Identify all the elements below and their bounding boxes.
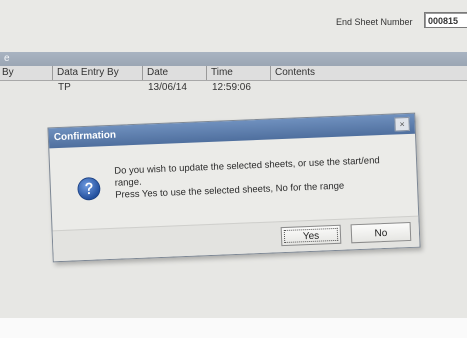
grid-title-strip: e [0, 52, 467, 66]
question-icon [77, 177, 101, 201]
end-sheet-number-label: End Sheet Number [336, 17, 413, 27]
cell-time: 12:59:06 [212, 82, 251, 93]
end-sheet-number-input[interactable]: 000815 [424, 12, 467, 28]
column-header-contents[interactable]: Contents [270, 66, 467, 80]
sheet-range-panel: End Sheet Number 000815 [0, 0, 467, 52]
application-window: End Sheet Number 000815 e By Data Entry … [0, 0, 467, 318]
column-header-data-entry-by[interactable]: Data Entry By [52, 66, 142, 80]
close-icon[interactable]: × [394, 116, 410, 132]
confirmation-dialog: Confirmation × Do you wish to update the… [47, 112, 421, 263]
column-header-by[interactable]: By [0, 66, 52, 80]
grid-header-row: By Data Entry By Date Time Contents [0, 66, 467, 81]
cell-date: 13/06/14 [148, 82, 187, 93]
column-header-date[interactable]: Date [142, 66, 206, 80]
photo-backdrop: End Sheet Number 000815 e By Data Entry … [0, 0, 467, 338]
no-button[interactable]: No [350, 221, 412, 244]
dialog-title: Confirmation [53, 129, 117, 144]
dialog-message: Do you wish to update the selected sheet… [114, 154, 405, 202]
column-header-time[interactable]: Time [206, 66, 270, 80]
grid-title-text: e [4, 53, 10, 64]
cell-data-entry-by: TP [58, 82, 71, 93]
yes-button[interactable]: Yes [280, 224, 342, 247]
